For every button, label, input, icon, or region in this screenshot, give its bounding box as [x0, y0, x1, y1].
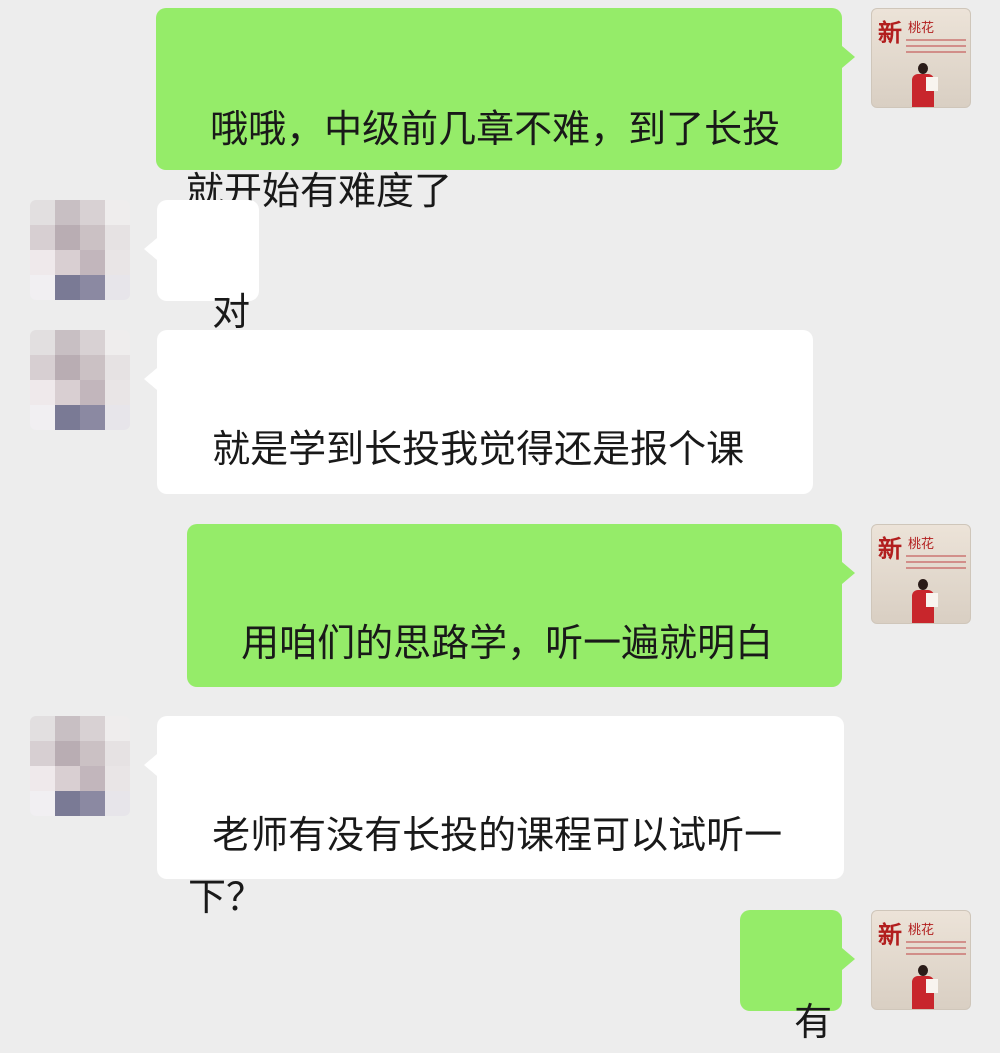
bubble-tail	[842, 948, 855, 970]
bubble-tail	[842, 562, 855, 584]
message-text: 对	[212, 290, 251, 334]
message-bubble-incoming[interactable]: 就是学到长投我觉得还是报个课	[157, 330, 813, 599]
message-bubble-outgoing[interactable]: 有	[740, 910, 842, 1044]
avatar-calligraphy: 新	[878, 920, 902, 949]
chat-screen: { "messages": [ {"side": "out", "text": …	[0, 0, 1000, 1044]
avatar-calligraphy-small: 桃花	[908, 537, 935, 552]
avatar-calligraphy: 新	[878, 534, 902, 563]
user-avatar[interactable]: 新 桃花	[871, 524, 971, 624]
message-bubble-outgoing[interactable]: 用咱们的思路学，听一遍就明白	[187, 524, 842, 792]
message-text: 哦哦，中级前几章不难，到了长投 就开始有难度了	[186, 107, 781, 213]
contact-avatar[interactable]	[30, 330, 130, 430]
message-text: 有	[794, 1000, 833, 1044]
contact-avatar[interactable]	[30, 200, 130, 300]
contact-avatar[interactable]	[30, 716, 130, 816]
message-text: 用咱们的思路学，听一遍就明白	[241, 621, 774, 665]
user-avatar[interactable]: 新 桃花	[871, 8, 971, 108]
message-text: 老师有没有长投的课程可以试听一 下？	[188, 813, 783, 919]
bubble-tail	[144, 238, 157, 260]
message-bubble-incoming[interactable]: 老师有没有长投的课程可以试听一 下？	[157, 716, 844, 919]
bubble-tail	[144, 754, 157, 776]
avatar-calligraphy-small: 桃花	[908, 923, 935, 938]
message-bubble-incoming[interactable]: 对	[157, 200, 259, 334]
user-avatar[interactable]: 新 桃花	[871, 910, 971, 1010]
message-bubble-outgoing[interactable]: 哦哦，中级前几章不难，到了长投 就开始有难度了	[156, 8, 842, 213]
message-text: 就是学到长投我觉得还是报个课	[212, 427, 745, 471]
avatar-calligraphy: 新	[878, 18, 902, 47]
bubble-tail	[144, 368, 157, 390]
bubble-tail	[842, 46, 855, 68]
avatar-calligraphy-small: 桃花	[908, 21, 935, 36]
